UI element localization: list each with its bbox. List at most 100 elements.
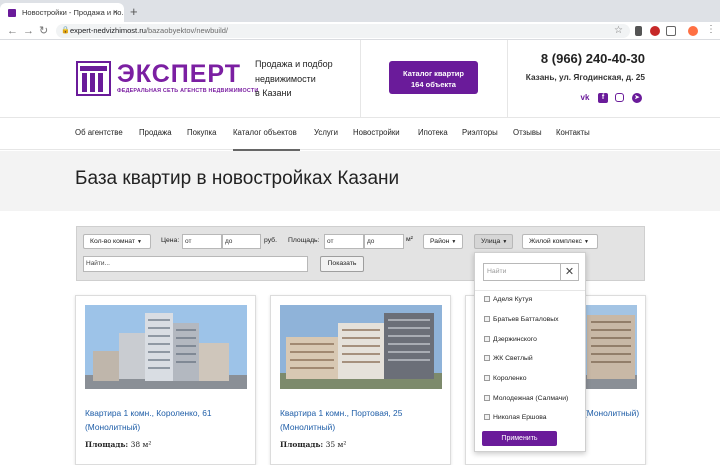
tagline-line: недвижимости: [255, 73, 316, 84]
logo-subtitle: ФЕДЕРАЛЬНАЯ СЕТЬ АГЕНСТВ НЕДВИЖИМОСТИ: [117, 88, 259, 94]
site-favicon-icon: [8, 9, 16, 17]
complex-select[interactable]: Жилой комплекс ▼: [522, 234, 598, 249]
checkbox[interactable]: [484, 316, 490, 322]
price-label: Цена:: [161, 237, 180, 244]
listing-area: Площадь: 35 м²: [280, 440, 346, 449]
area-to-input[interactable]: до: [364, 234, 404, 249]
listing-area: Площадь: 38 м²: [85, 440, 151, 449]
more-menu-icon[interactable]: ⋮: [706, 22, 716, 38]
street-option-label: Молодежная (Салмачи): [493, 395, 569, 402]
url-host: expert-nedvizhimost.ru: [70, 26, 146, 35]
profile-avatar-icon[interactable]: [688, 26, 698, 36]
street-option[interactable]: Дзержинского: [484, 336, 537, 343]
rooms-select-label: Кол-во комнат: [90, 238, 136, 245]
menu-item-contacts[interactable]: Контакты: [556, 128, 590, 137]
caret-down-icon: ▼: [583, 239, 589, 245]
area-label: Площадь:: [85, 440, 129, 449]
area-value: 38 м²: [130, 440, 152, 449]
street-option[interactable]: Аделя Кутуя: [484, 296, 532, 303]
checkbox[interactable]: [484, 375, 490, 381]
show-button[interactable]: Показать: [320, 256, 364, 272]
address-bar-row: ← → ↻ 🔒 expert-nedvizhimost.ru/bazaobyek…: [0, 22, 720, 40]
tab-close-icon[interactable]: ×: [113, 3, 118, 22]
tab-title: Новостройки - Продажа и по...: [22, 8, 124, 17]
street-select[interactable]: Улица ▼: [474, 234, 513, 249]
price-to-input[interactable]: до: [222, 234, 261, 249]
reload-icon[interactable]: ↻: [39, 23, 48, 39]
clear-icon[interactable]: ✕: [560, 264, 578, 280]
street-search-placeholder: Найти: [487, 268, 507, 275]
phone-number[interactable]: 8 (966) 240-40-30: [520, 51, 645, 66]
street-select-label: Улица: [481, 238, 501, 245]
listing-title[interactable]: Квартира 1 комн., Короленко, 61 (Монолит…: [85, 407, 255, 434]
listing-title[interactable]: (Монолитный): [584, 407, 644, 421]
instagram-icon[interactable]: [615, 93, 624, 102]
street-option-label: Дзержинского: [493, 336, 537, 343]
area-value: 35 м²: [325, 440, 347, 449]
menu-item-about[interactable]: Об агентстве: [75, 128, 123, 137]
apply-button[interactable]: Применить: [482, 431, 557, 446]
browser-tab-bar: Новостройки - Продажа и по... × +: [0, 0, 720, 22]
building-photo[interactable]: [85, 305, 247, 389]
street-option-label: ЖК Светлый: [493, 355, 533, 362]
checkbox[interactable]: [484, 355, 490, 361]
building-photo[interactable]: [280, 305, 442, 389]
menu-item-newbuild[interactable]: Новостройки: [353, 128, 400, 137]
menu-item-catalog[interactable]: Каталог объектов: [233, 128, 297, 137]
header-tagline: Продажа и подбор недвижимости в Казани: [255, 57, 355, 101]
area-label: Площадь:: [280, 440, 324, 449]
checkbox[interactable]: [484, 395, 490, 401]
menu-item-purchase[interactable]: Покупка: [187, 128, 216, 137]
url-field[interactable]: 🔒 expert-nedvizhimost.ru/bazaobyektov/ne…: [56, 24, 630, 38]
new-tab-button[interactable]: +: [130, 3, 138, 20]
listing-card[interactable]: Квартира 1 комн., Портовая, 25 (Монолитн…: [270, 295, 451, 465]
checkbox[interactable]: [484, 336, 490, 342]
street-dropdown: Найти ✕ Аделя Кутуя Братьев Батталовых Д…: [474, 252, 586, 452]
search-input[interactable]: Найти...: [83, 256, 308, 272]
listing-title[interactable]: Квартира 1 комн., Портовая, 25 (Монолитн…: [280, 407, 450, 434]
street-search-input[interactable]: Найти ✕: [483, 263, 579, 281]
street-option[interactable]: Николая Ершова: [484, 414, 547, 421]
logo-icon[interactable]: [76, 61, 111, 96]
street-option[interactable]: Короленко: [484, 375, 526, 382]
area-from-input[interactable]: от: [324, 234, 364, 249]
back-arrow-icon[interactable]: ←: [7, 23, 18, 39]
logo-name[interactable]: ЭКСПЕРТ: [117, 60, 241, 88]
browser-tab[interactable]: Новостройки - Продажа и по... ×: [0, 3, 124, 22]
vk-icon[interactable]: vk: [580, 93, 590, 103]
checkbox[interactable]: [484, 414, 490, 420]
red-extension-icon[interactable]: [650, 26, 660, 36]
menu-item-sale[interactable]: Продажа: [139, 128, 172, 137]
forward-arrow-icon[interactable]: →: [23, 23, 34, 39]
price-from-input[interactable]: от: [182, 234, 222, 249]
street-option[interactable]: Молодежная (Салмачи): [484, 395, 568, 402]
telegram-icon[interactable]: ➤: [632, 93, 642, 103]
menu-item-services[interactable]: Услуги: [314, 128, 338, 137]
menu-item-mortgage[interactable]: Ипотека: [418, 128, 448, 137]
catalog-button[interactable]: Каталог квартир 164 объекта: [389, 61, 478, 94]
street-option-label: Николая Ершова: [493, 414, 547, 421]
page-title: База квартир в новостройках Казани: [75, 168, 400, 189]
facebook-icon[interactable]: f: [598, 93, 608, 103]
street-option[interactable]: Братьев Батталовых: [484, 316, 559, 323]
caret-down-icon: ▼: [502, 239, 508, 245]
street-option-label: Братьев Батталовых: [493, 316, 559, 323]
menu-item-realtors[interactable]: Риэлторы: [462, 128, 498, 137]
district-select[interactable]: Район ▼: [423, 234, 463, 249]
street-option-label: Короленко: [493, 375, 527, 382]
complex-select-label: Жилой комплекс: [529, 238, 582, 245]
bookmark-star-icon[interactable]: ☆: [614, 23, 623, 39]
tagline-line: Продажа и подбор: [255, 59, 333, 69]
price-unit: руб.: [264, 237, 277, 244]
screenshot-extension-icon[interactable]: [666, 26, 676, 36]
district-select-label: Район: [430, 238, 450, 245]
checkbox[interactable]: [484, 296, 490, 302]
listing-card[interactable]: Квартира 1 комн., Короленко, 61 (Монолит…: [75, 295, 256, 465]
street-option[interactable]: ЖК Светлый: [484, 355, 533, 362]
pen-extension-icon[interactable]: [635, 26, 642, 36]
rooms-select[interactable]: Кол-во комнат ▼: [83, 234, 151, 249]
menu-item-reviews[interactable]: Отзывы: [513, 128, 542, 137]
header-divider: [360, 40, 361, 117]
catalog-button-count: 164 объекта: [411, 80, 456, 89]
dropdown-divider: [475, 290, 585, 291]
